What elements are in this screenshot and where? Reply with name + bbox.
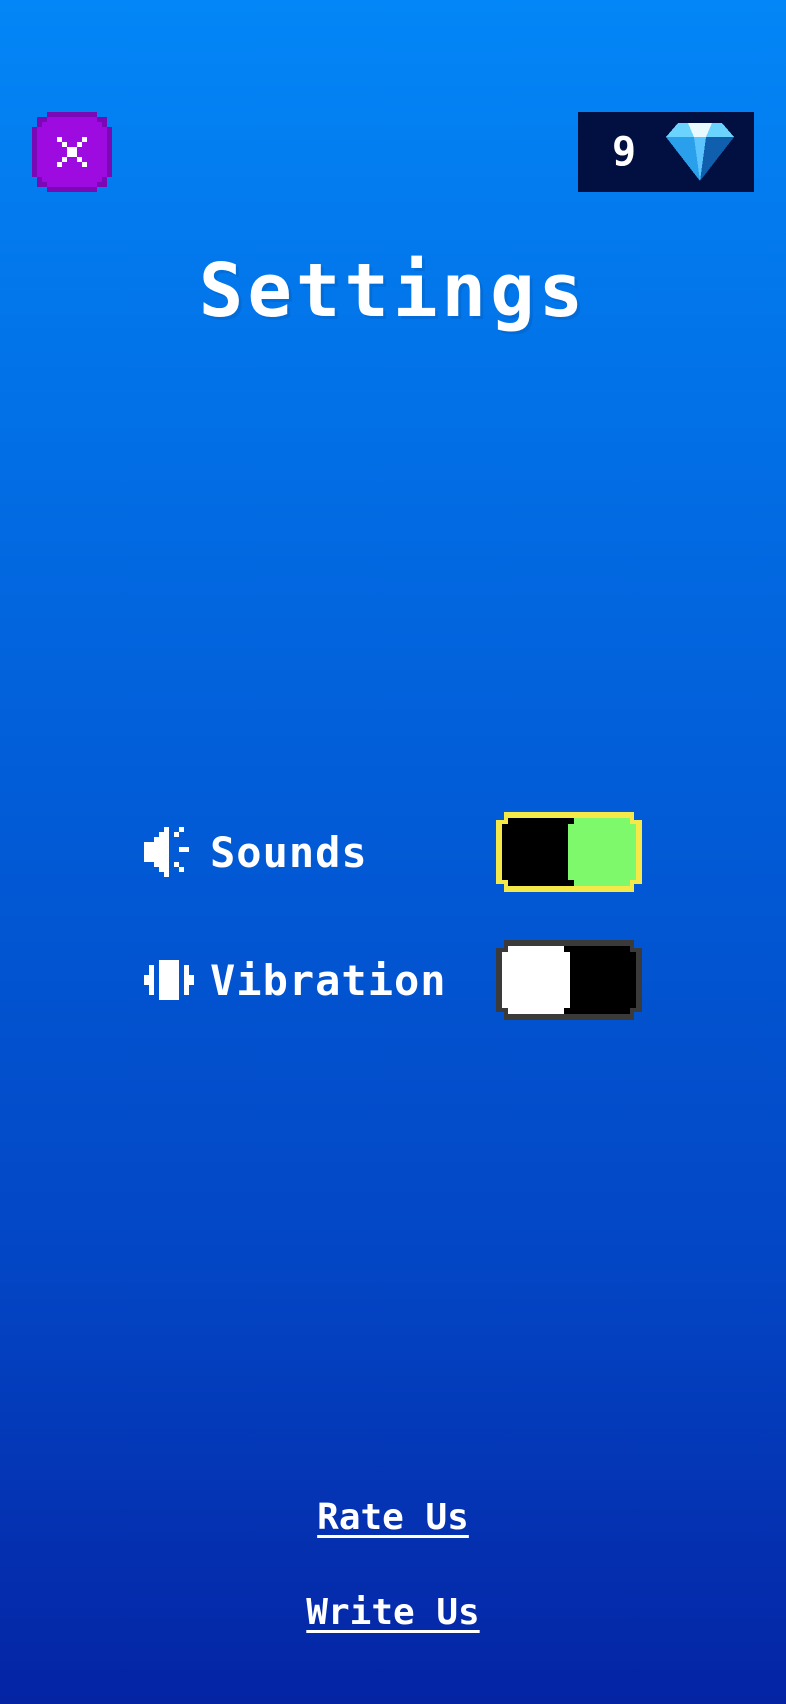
gem-counter: 9 (578, 112, 754, 192)
rate-us-link[interactable]: Rate Us (0, 1497, 786, 1538)
sounds-label: Sounds (210, 827, 368, 877)
close-x-icon (32, 112, 112, 192)
gem-count: 9 (612, 129, 637, 175)
speaker-icon (144, 827, 189, 877)
diamond-icon (666, 123, 734, 181)
toggle-switch-off (496, 940, 642, 1020)
setting-row-vibration: Vibration (144, 940, 644, 1020)
vibration-toggle[interactable] (496, 940, 642, 1020)
vibration-icon (144, 960, 194, 1000)
setting-row-sounds: Sounds (144, 812, 644, 892)
sounds-toggle[interactable] (496, 812, 642, 892)
write-us-link[interactable]: Write Us (0, 1592, 786, 1633)
close-button[interactable] (32, 112, 112, 192)
page-title: Settings (198, 248, 588, 334)
vibration-label: Vibration (210, 955, 447, 1005)
toggle-switch-on (496, 812, 642, 892)
